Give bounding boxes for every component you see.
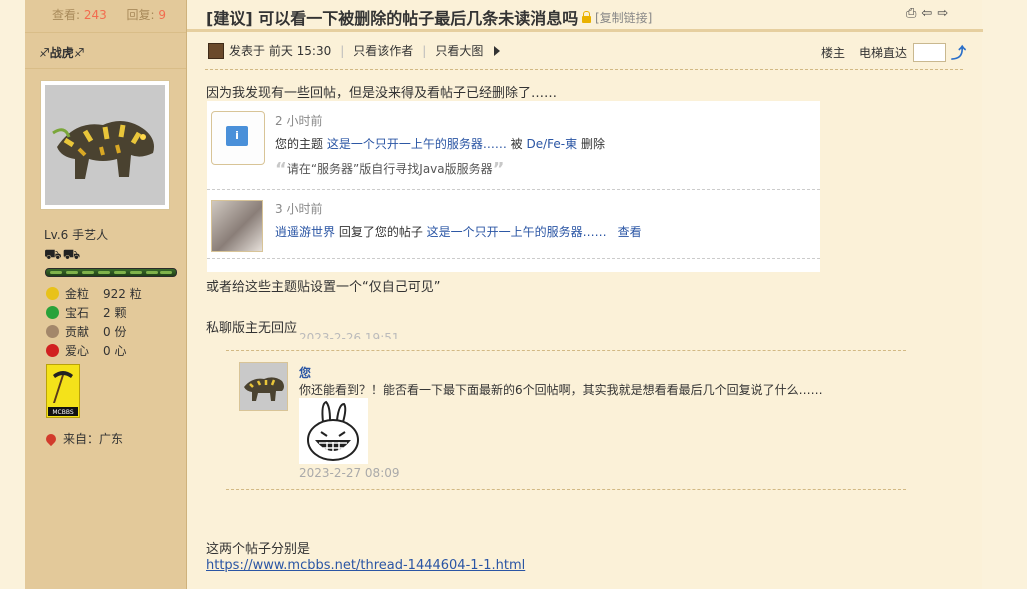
only-author-link[interactable]: 只看该作者 [353, 42, 413, 59]
copy-link-button[interactable]: [复制链接] [595, 9, 652, 26]
grinning-rabbit-emoji [299, 398, 368, 464]
online-status-icon [208, 42, 224, 59]
reply-text: 你还能看到？！能否看一下最下面最新的6个回帖啊，其实我就是想看看最后几个回复说了… [299, 383, 823, 397]
reply-date-cropped: 2023-2-26 19:51 [299, 331, 400, 339]
location-pin-icon [43, 431, 59, 446]
next-thread-icon[interactable]: ⇨ [937, 6, 948, 21]
reply-avatar[interactable] [239, 362, 288, 411]
reply-author[interactable]: 您 [299, 364, 311, 381]
floor-jump-input[interactable] [913, 43, 947, 62]
pickaxe-icon: MCBBS [47, 365, 79, 417]
post-paragraph: 这两个帖子分别是 [206, 542, 311, 557]
stat-gem: 宝石 2 颗 [46, 303, 126, 321]
notice-user-avatar[interactable] [211, 200, 263, 252]
tiger-avatar-image [240, 363, 287, 410]
play-icon[interactable] [494, 45, 501, 56]
notice-user-link[interactable]: 逍遥游世界 [275, 225, 335, 239]
embedded-notice-screenshot: i 2 小时前 您的主题 这是一个只开一上午的服务器…… 被 De/Fe-東 删… [207, 101, 820, 272]
floor-nav: 楼主 电梯直达 ⤴ [821, 42, 966, 63]
jump-go-icon[interactable]: ⤴ [951, 42, 966, 63]
reply-divider [226, 489, 906, 490]
emoji-sticker [299, 398, 368, 464]
stat-contribution: 贡献 0 份 [46, 322, 126, 340]
gold-nugget-icon [46, 286, 59, 300]
notice-text: 您的主题 这是一个只开一上午的服务器…… 被 De/Fe-東 删除 [275, 137, 605, 151]
replies-count: 9 [158, 8, 166, 22]
medal-badge[interactable]: MCBBS [46, 364, 80, 418]
notice-divider [207, 189, 820, 190]
post-paragraph: 因为我发现有一些回帖，但是没来得及看帖子已经删除了…… [206, 86, 558, 101]
user-level: Lv.6 手艺人 [44, 228, 109, 242]
user-location: 来自：广东 [43, 430, 123, 447]
notice-text: 逍遥游世界 回复了您的帖子 这是一个只开一上午的服务器…… 查看 [275, 225, 642, 239]
elevator-label: 电梯直达 [859, 46, 908, 60]
notice-topic-link[interactable]: 这是一个只开一上午的服务器…… [427, 225, 607, 239]
meta-divider [205, 69, 963, 70]
notice-divider [207, 258, 820, 259]
post-meta: 发表于 前天 15:30 | 只看该作者 | 只看大图 [208, 42, 501, 59]
thread-stats: 查看: 243 回复: 9 [52, 6, 166, 23]
floor-label: 楼主 [821, 46, 846, 60]
prev-thread-icon[interactable]: ⇦ [921, 6, 932, 21]
views-label: 查看: [52, 8, 81, 22]
page-gutter-left [0, 0, 25, 589]
sidebar-divider [25, 68, 186, 69]
author-avatar[interactable] [40, 80, 170, 210]
level-progress-bar [45, 268, 177, 277]
notice-time: 2 小时前 [275, 114, 323, 128]
page-gutter-right [982, 0, 1027, 589]
tiger-avatar-image [45, 85, 165, 205]
reply-date: 2023-2-27 08:09 [299, 466, 400, 480]
copy-link[interactable]: [复制链接] [582, 9, 652, 26]
author-name[interactable]: ♐战虎♐ [39, 44, 85, 61]
svg-text:MCBBS: MCBBS [52, 409, 73, 416]
thread-tools: ⎙ ⇦ ⇨ [906, 6, 948, 21]
notice-topic-link[interactable]: 这是一个只开一上午的服务器…… [327, 137, 507, 151]
replies-label: 回复: [126, 8, 155, 22]
notice-view-link[interactable]: 查看 [618, 225, 642, 239]
notice-user-link[interactable]: De/Fe-東 [526, 137, 577, 151]
apple-heart-icon [46, 343, 59, 357]
contribution-icon [46, 324, 59, 338]
notice-time: 3 小时前 [275, 202, 323, 216]
system-notice-icon: i [211, 111, 265, 165]
thread-title: [建议] 可以看一下被删除的帖子最后几条未读消息吗 [206, 9, 579, 28]
notice-quote: “请在“服务器”版自行寻找Java版服务器” [275, 159, 505, 180]
stat-gold: 金粒 922 粒 [46, 284, 142, 302]
post-time: 发表于 前天 15:30 [229, 44, 332, 58]
sidebar-divider [25, 32, 186, 33]
post-paragraph: 或者给这些主题贴设置一个“仅自己可见” [206, 280, 441, 295]
print-icon[interactable]: ⎙ [906, 6, 916, 21]
reply-divider [226, 350, 906, 351]
lock-icon [582, 10, 591, 23]
post-paragraph: 私聊版主无回应 [206, 321, 298, 336]
only-images-link[interactable]: 只看大图 [435, 42, 483, 59]
emerald-icon [46, 305, 59, 319]
header-divider [187, 29, 983, 32]
group-badges: ⛟⛟ [44, 247, 82, 263]
views-count: 243 [83, 8, 107, 22]
thread-link[interactable]: https://www.mcbbs.net/thread-1444604-1-1… [206, 558, 525, 573]
stat-love: 爱心 0 心 [46, 341, 126, 359]
